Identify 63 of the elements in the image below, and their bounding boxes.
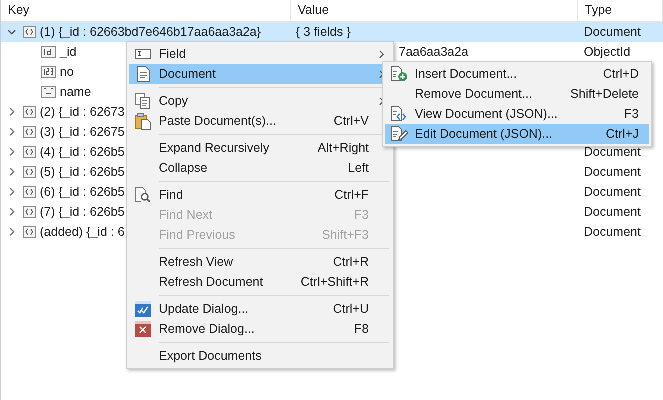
type-text: Document	[584, 25, 641, 39]
menu-item[interactable]: Find Ctrl+F	[129, 185, 391, 205]
chevron-icon[interactable]	[7, 27, 17, 37]
value-text: { 3 fields }	[296, 25, 351, 39]
braces-box-icon	[23, 26, 36, 38]
menu-item[interactable]: Remove Dialog... F8	[129, 319, 391, 339]
braces-box-icon	[23, 226, 36, 238]
menu-item[interactable]: Refresh Document Ctrl+Shift+R	[129, 272, 391, 292]
number-tag-icon	[41, 66, 56, 78]
key-text: (7) {_id : 626b5	[40, 205, 125, 219]
key-text: name	[60, 85, 92, 99]
type-text: Document	[584, 165, 641, 179]
braces-box-icon	[23, 206, 36, 218]
column-header[interactable]: Type	[578, 0, 663, 21]
chevron-icon[interactable]	[7, 167, 17, 177]
add-document-icon	[390, 66, 408, 82]
tree-row[interactable]: (1) {_id : 62663bd7e646b17aa6aa3a2a} { 3 fields } Document	[1, 22, 663, 42]
key-text: (5) {_id : 626b5	[40, 165, 125, 179]
chevron-icon[interactable]	[7, 107, 17, 117]
close-window-icon	[135, 321, 151, 337]
menu-item[interactable]: Collapse Left	[129, 158, 391, 178]
menu-item[interactable]: Remove Document... Shift+Delete	[385, 84, 649, 104]
braces-box-icon	[23, 146, 36, 158]
menu-item[interactable]: Update Dialog... Ctrl+U	[129, 299, 391, 319]
key-text: (1) {_id : 62663bd7e646b17aa6aa3a2a}	[40, 25, 262, 39]
column-header[interactable]: Value	[291, 0, 578, 21]
document-icon	[136, 66, 150, 82]
column-header[interactable]: Key	[1, 0, 291, 21]
braces-box-icon	[23, 186, 36, 198]
chevron-icon[interactable]	[7, 207, 17, 217]
type-text: Document	[584, 185, 641, 199]
key-text: (4) {_id : 626b5	[40, 145, 125, 159]
key-text: _id	[60, 45, 77, 59]
braces-box-icon	[23, 126, 36, 138]
key-text: (added) {_id : 6	[40, 225, 125, 239]
menu-item[interactable]: Export Documents	[129, 346, 391, 366]
field-icon	[135, 48, 151, 60]
menu-item[interactable]: Field	[129, 44, 391, 64]
key-text: (3) {_id : 62675	[40, 125, 125, 139]
type-text: Document	[584, 145, 641, 159]
key-text: (2) {_id : 62673	[40, 105, 125, 119]
chevron-icon[interactable]	[7, 187, 17, 197]
value-text: 7aa6aa3a2a	[399, 45, 469, 59]
menu-item[interactable]: Edit Document (JSON)... Ctrl+J	[385, 124, 649, 144]
braces-box-icon	[23, 166, 36, 178]
braces-box-icon	[23, 106, 36, 118]
menu-item[interactable]: Refresh View Ctrl+R	[129, 252, 391, 272]
edit-document-icon	[390, 126, 408, 142]
id-tag-icon	[41, 46, 56, 58]
checkmark-window-icon	[135, 301, 151, 317]
string-tag-icon	[41, 86, 56, 98]
chevron-icon[interactable]	[7, 227, 17, 237]
type-text: Document	[584, 225, 641, 239]
key-text: no	[60, 65, 74, 79]
find-icon	[135, 187, 151, 203]
clipboard-icon	[135, 112, 151, 130]
document-code-icon	[391, 106, 407, 122]
type-text: Document	[584, 205, 641, 219]
copy-icon	[135, 93, 151, 109]
chevron-icon[interactable]	[7, 147, 17, 157]
chevron-icon[interactable]	[7, 127, 17, 137]
key-text: (6) {_id : 626b5	[40, 185, 125, 199]
type-text: ObjectId	[584, 45, 631, 59]
